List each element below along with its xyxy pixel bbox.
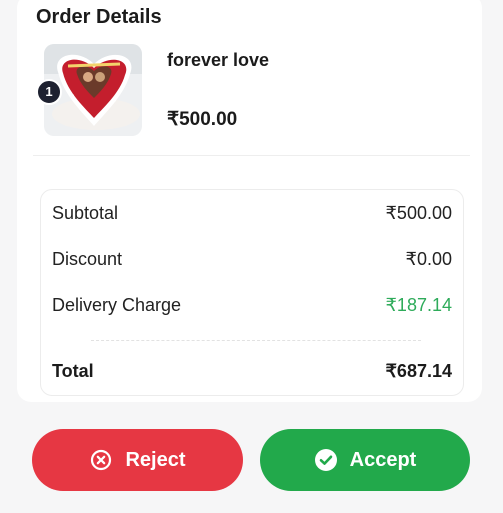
- total-label: Total: [52, 361, 94, 381]
- total-value: ₹687.14: [385, 361, 452, 381]
- discount-value: ₹0.00: [405, 249, 453, 269]
- subtotal-value: ₹500.00: [385, 203, 452, 223]
- quantity-badge: 1: [36, 79, 62, 105]
- check-circle-icon: [314, 448, 338, 472]
- order-item[interactable]: 1 forever love ₹500.00: [36, 44, 466, 140]
- item-price: ₹500.00: [167, 109, 238, 130]
- order-details-screen: Order Details 1 forever love ₹500.00 Sub…: [0, 0, 503, 513]
- reject-button[interactable]: Reject: [32, 429, 243, 491]
- delivery-charge-row: Delivery Charge ₹187.14: [52, 295, 452, 321]
- discount-label: Discount: [52, 249, 123, 269]
- delivery-charge-label: Delivery Charge: [52, 295, 182, 315]
- dashed-separator: [91, 340, 421, 341]
- reject-label: Reject: [125, 448, 186, 471]
- accept-label: Accept: [349, 448, 417, 471]
- subtotal-label: Subtotal: [52, 203, 119, 223]
- accept-button[interactable]: Accept: [260, 429, 470, 491]
- x-circle-icon: [89, 448, 113, 472]
- discount-row: Discount ₹0.00: [52, 249, 452, 275]
- item-name: forever love: [167, 50, 270, 70]
- price-summary: Subtotal ₹500.00 Discount ₹0.00 Delivery…: [40, 189, 464, 396]
- delivery-charge-value: ₹187.14: [385, 295, 452, 315]
- total-row: Total ₹687.14: [52, 361, 452, 387]
- section-title: Order Details: [36, 6, 162, 28]
- subtotal-row: Subtotal ₹500.00: [52, 203, 452, 229]
- divider: [33, 155, 470, 156]
